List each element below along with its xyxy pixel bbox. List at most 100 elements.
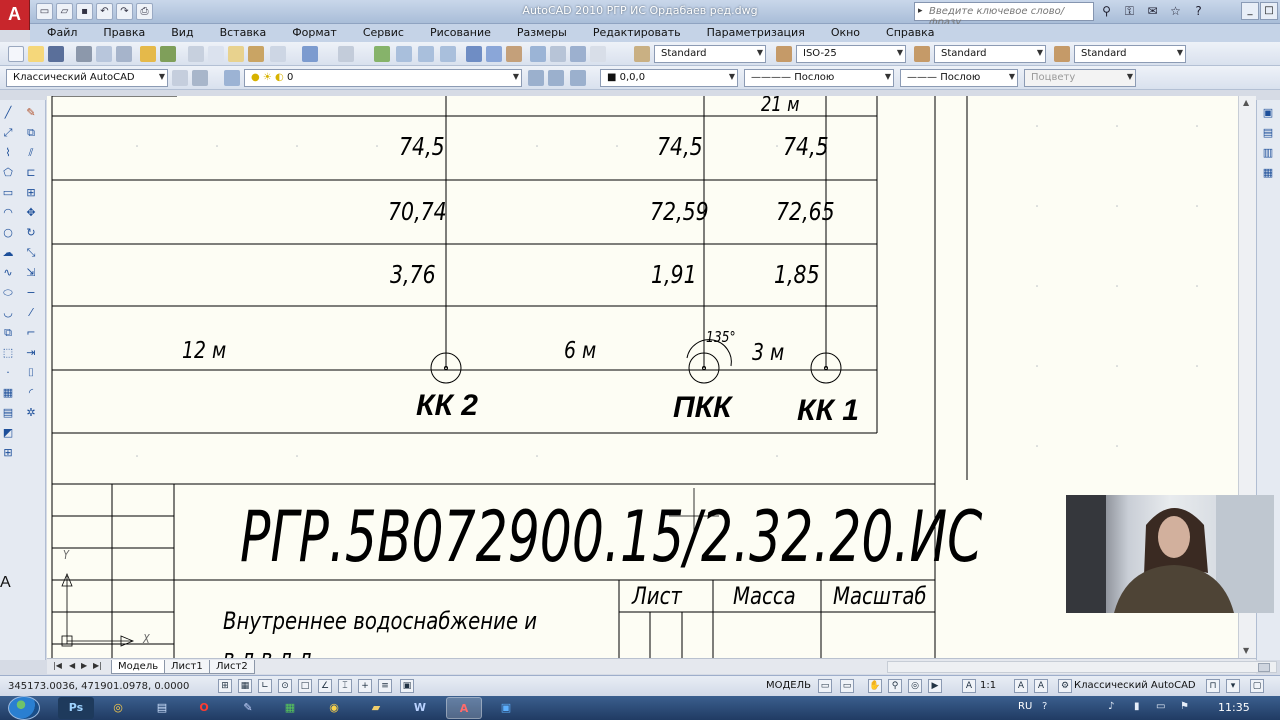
last-tab-icon[interactable]: ▶|: [93, 661, 102, 670]
workspace-settings-icon[interactable]: [172, 70, 188, 86]
make-current-icon[interactable]: [528, 70, 544, 86]
tool-palettes-icon[interactable]: [506, 46, 522, 62]
photoshop-task[interactable]: Ps: [58, 697, 94, 719]
star-icon[interactable]: ☆: [1167, 3, 1184, 20]
menu-insert[interactable]: Вставка: [203, 24, 276, 42]
viewports-icon[interactable]: ▤: [1261, 126, 1275, 140]
save-icon[interactable]: ▪: [76, 3, 93, 20]
dim-style-select[interactable]: ISO-25 ▼: [796, 45, 906, 63]
chrome-task-icon[interactable]: ◉: [316, 697, 352, 719]
publish-icon[interactable]: [116, 46, 132, 62]
undo-tb-icon[interactable]: [302, 46, 318, 62]
rotate-icon[interactable]: ↻: [24, 226, 38, 240]
ellipse-icon[interactable]: ⬭: [1, 286, 15, 300]
volume-icon[interactable]: ♪: [1108, 701, 1120, 713]
color-select[interactable]: ■ 0,0,0 ▼: [600, 69, 738, 87]
circle-icon[interactable]: ○: [1, 226, 15, 240]
drawing-canvas[interactable]: 21 м 74,5 74,5 74,5 70,74 72,59 72,65 3,…: [47, 96, 1238, 658]
autocad-logo-button[interactable]: A: [0, 0, 30, 30]
battery-icon[interactable]: ▭: [1156, 701, 1168, 713]
scale-icon[interactable]: ⤡: [24, 246, 38, 260]
quick-view-layouts-icon[interactable]: ▭: [818, 679, 832, 693]
start-button[interactable]: [8, 696, 40, 720]
excel-task-icon[interactable]: ▦: [272, 697, 308, 719]
lweight-icon[interactable]: ≡: [378, 679, 392, 693]
qp-icon[interactable]: ▣: [400, 679, 414, 693]
zoom-window-icon[interactable]: [418, 46, 434, 62]
insert-block-icon[interactable]: ⧉: [1, 326, 15, 340]
menu-file[interactable]: Файл: [30, 24, 86, 42]
new-icon[interactable]: [8, 46, 24, 62]
copy-icon[interactable]: [208, 46, 224, 62]
workspace-status[interactable]: Классический AutoCAD: [1074, 680, 1196, 691]
annotation-scale[interactable]: 1:1: [980, 680, 996, 691]
polar-icon[interactable]: ⊙: [278, 679, 292, 693]
clock[interactable]: 11:35: [1218, 701, 1250, 714]
layer-walk-icon[interactable]: ▦: [1261, 166, 1275, 180]
trim-icon[interactable]: −: [24, 286, 38, 300]
annotation-visibility-icon[interactable]: A: [1014, 679, 1028, 693]
pan-status-icon[interactable]: ✋: [868, 679, 882, 693]
zoom-previous-icon[interactable]: [440, 46, 456, 62]
menu-help[interactable]: Справка: [869, 24, 943, 42]
open-icon[interactable]: [28, 46, 44, 62]
array-icon[interactable]: ⊞: [24, 186, 38, 200]
binoculars-icon[interactable]: ⚲: [1098, 3, 1115, 20]
polyline-icon[interactable]: ⌇: [1, 146, 15, 160]
auto-scale-icon[interactable]: A: [1034, 679, 1048, 693]
table-style-icon[interactable]: [914, 46, 930, 62]
arc-icon[interactable]: ◠: [1, 206, 15, 220]
autocad-task-icon[interactable]: A: [446, 697, 482, 719]
dyn-icon[interactable]: +: [358, 679, 372, 693]
properties-icon[interactable]: [466, 46, 482, 62]
paste-icon[interactable]: [228, 46, 244, 62]
design-center-icon[interactable]: [486, 46, 502, 62]
tab-sheet2[interactable]: Лист2: [209, 660, 255, 674]
minimize-icon[interactable]: _: [1241, 2, 1259, 20]
multiline-text-icon[interactable]: A: [0, 574, 16, 592]
block-editor-icon[interactable]: [270, 46, 286, 62]
text-style-icon[interactable]: [634, 46, 650, 62]
steering-wheel-icon[interactable]: ◎: [908, 679, 922, 693]
menu-view[interactable]: Вид: [154, 24, 202, 42]
snap-icon[interactable]: ⊞: [218, 679, 232, 693]
zoom-task-icon[interactable]: ▣: [488, 697, 524, 719]
pan-icon[interactable]: [374, 46, 390, 62]
menu-tools[interactable]: Сервис: [346, 24, 413, 42]
extend-icon[interactable]: ⁄: [24, 306, 38, 320]
chamfer-icon[interactable]: ⌷: [24, 366, 38, 380]
table-style-select[interactable]: Standard ▼: [934, 45, 1046, 63]
mleader-style-select[interactable]: Standard ▼: [1074, 45, 1186, 63]
otrack-icon[interactable]: ∠: [318, 679, 332, 693]
region-icon[interactable]: ◩: [1, 426, 15, 440]
showmotion-icon[interactable]: ▶: [928, 679, 942, 693]
rectangle-icon[interactable]: ▭: [1, 186, 15, 200]
word-task-icon[interactable]: W: [402, 697, 438, 719]
explorer-task-icon[interactable]: ▰: [358, 697, 394, 719]
menu-format[interactable]: Формат: [275, 24, 346, 42]
etransmit-icon[interactable]: [160, 46, 176, 62]
layer-select[interactable]: ● ☀ ◐ 0 ▼: [244, 69, 522, 87]
menu-draw[interactable]: Рисование: [413, 24, 500, 42]
prev-tab-icon[interactable]: ◀: [69, 661, 75, 670]
lineweight-select[interactable]: ——— Послою ▼: [900, 69, 1018, 87]
new-file-icon[interactable]: ▭: [36, 3, 53, 20]
redo-icon[interactable]: ↷: [116, 3, 133, 20]
layout-viewports-icon[interactable]: ▥: [1261, 146, 1275, 160]
explode-icon[interactable]: ✲: [24, 406, 38, 420]
move-icon[interactable]: ✥: [24, 206, 38, 220]
tab-model[interactable]: Модель: [111, 660, 166, 674]
print-icon[interactable]: ⎙: [136, 3, 153, 20]
maximize-icon[interactable]: □: [1260, 2, 1278, 20]
hatch-icon[interactable]: ▦: [1, 386, 15, 400]
text-style-select[interactable]: Standard ▼: [654, 45, 766, 63]
match-properties-icon[interactable]: [248, 46, 264, 62]
notepad-task-icon[interactable]: ▤: [144, 697, 180, 719]
save-disk-icon[interactable]: [48, 46, 64, 62]
next-tab-icon[interactable]: ▶: [81, 661, 87, 670]
menu-parametric[interactable]: Параметризация: [690, 24, 814, 42]
key-icon[interactable]: ⚿: [1121, 3, 1138, 20]
join-icon[interactable]: ⇥: [24, 346, 38, 360]
tab-sheet1[interactable]: Лист1: [164, 660, 210, 674]
markup-icon[interactable]: [550, 46, 566, 62]
